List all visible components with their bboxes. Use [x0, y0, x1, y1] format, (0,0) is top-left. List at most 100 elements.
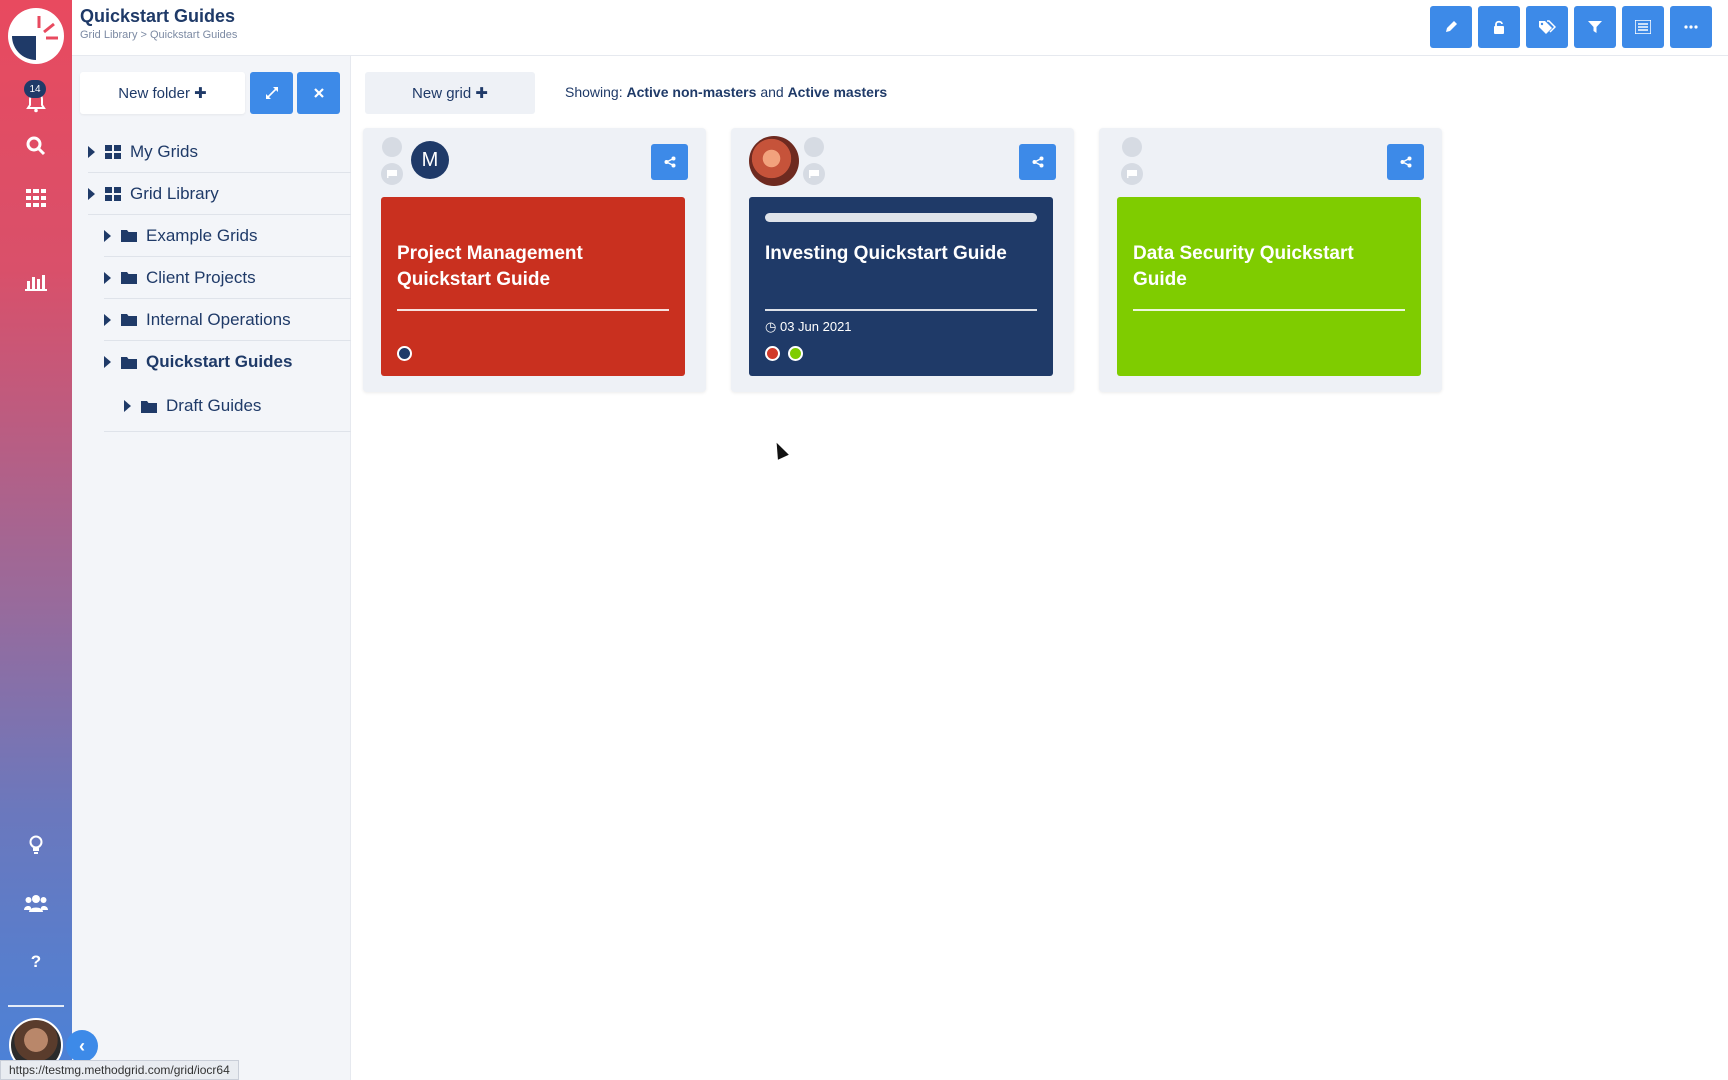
status-bar-url: https://testmg.methodgrid.com/grid/iocr6… — [0, 1060, 239, 1080]
card-body[interactable]: Investing Quickstart Guide ◷ 03 Jun 2021 — [749, 197, 1053, 376]
status-circle — [1122, 137, 1142, 157]
close-icon — [313, 88, 324, 98]
tags-button[interactable] — [1526, 6, 1568, 48]
caret-right-icon[interactable] — [88, 145, 95, 158]
lightbulb-icon[interactable] — [0, 825, 72, 865]
grid-icon — [105, 144, 121, 159]
new-grid-button[interactable]: New grid ✚ — [365, 72, 535, 114]
card-title[interactable]: Investing Quickstart Guide — [765, 241, 1037, 267]
filter-button[interactable] — [1574, 6, 1616, 48]
card-divider — [1133, 309, 1405, 311]
new-folder-button[interactable]: New folder ✚ — [80, 72, 245, 114]
edit-button[interactable] — [1430, 6, 1472, 48]
share-icon — [1400, 156, 1411, 168]
tree-item-label: Client Projects — [146, 267, 256, 287]
owner-avatar[interactable] — [749, 136, 799, 186]
filter-icon — [1588, 21, 1602, 33]
tree-item-my-grids[interactable]: My Grids — [88, 131, 351, 173]
more-icon — [1684, 25, 1698, 29]
grid-card[interactable]: M Project Management Quickstart Guide — [363, 128, 706, 392]
caret-right-icon[interactable] — [104, 271, 111, 284]
card-tag-dots — [765, 346, 803, 361]
folder-tree-panel: New folder ✚ My Grids Grid Library Examp… — [72, 56, 351, 1080]
flag-icon[interactable] — [1121, 163, 1143, 185]
share-button[interactable] — [651, 144, 688, 180]
card-divider — [397, 309, 669, 311]
filter-and: and — [760, 84, 784, 100]
filter-active-non-masters[interactable]: Active non-masters — [626, 84, 756, 100]
owner-avatar[interactable]: M — [411, 141, 449, 179]
card-title[interactable]: Project Management Quickstart Guide — [397, 241, 669, 293]
expand-icon — [265, 87, 278, 99]
grid-card[interactable]: Data Security Quickstart Guide — [1099, 128, 1442, 392]
breadcrumb[interactable]: Grid Library > Quickstart Guides — [80, 29, 237, 41]
flag-icon[interactable] — [803, 163, 825, 185]
tree-item-client-projects[interactable]: Client Projects — [104, 257, 351, 299]
folder-icon — [141, 400, 157, 413]
progress-bar — [765, 213, 1037, 222]
tree-item-label: My Grids — [130, 141, 198, 161]
showing-prefix: Showing: — [565, 84, 623, 100]
pencil-icon — [1446, 21, 1457, 32]
caret-right-icon[interactable] — [104, 313, 111, 326]
grid-card[interactable]: Investing Quickstart Guide ◷ 03 Jun 2021 — [731, 128, 1074, 392]
caret-right-icon[interactable] — [124, 400, 131, 412]
tree-item-internal-operations[interactable]: Internal Operations — [104, 299, 351, 341]
page-header: Quickstart Guides Grid Library > Quickst… — [72, 0, 1728, 56]
more-button[interactable] — [1670, 6, 1712, 48]
folder-icon — [121, 229, 137, 242]
share-icon — [1032, 156, 1043, 168]
caret-right-icon[interactable] — [104, 229, 111, 242]
close-tree-button[interactable] — [297, 72, 340, 114]
help-icon[interactable]: ? — [0, 942, 72, 982]
view-settings-button[interactable] — [1622, 6, 1664, 48]
toolbar — [1430, 6, 1712, 48]
permissions-button[interactable] — [1478, 6, 1520, 48]
search-icon[interactable] — [0, 126, 72, 166]
tree-item-grid-library[interactable]: Grid Library — [88, 173, 351, 215]
card-body[interactable]: Data Security Quickstart Guide — [1117, 197, 1421, 376]
app-logo[interactable] — [8, 8, 64, 64]
card-divider — [765, 309, 1037, 311]
notification-count-badge: 14 — [24, 80, 46, 98]
folder-icon — [121, 271, 137, 284]
clock-icon: ◷ — [765, 319, 777, 334]
filter-summary: Showing: Active non-masters and Active m… — [565, 84, 887, 100]
card-body[interactable]: Project Management Quickstart Guide — [381, 197, 685, 376]
tree-item-label: Quickstart Guides — [146, 352, 293, 371]
left-rail: 14 ? — [0, 0, 72, 1080]
tag-dot — [788, 346, 803, 361]
tags-icon — [1539, 20, 1556, 34]
folder-icon — [121, 356, 137, 369]
due-date-text: 03 Jun 2021 — [779, 319, 852, 334]
tree-item-draft-guides[interactable]: Draft Guides — [124, 385, 351, 427]
rail-divider — [8, 1005, 64, 1007]
main-content: New grid ✚ Showing: Active non-masters a… — [351, 56, 1728, 1080]
flag-icon[interactable] — [381, 163, 403, 185]
tree-item-example-grids[interactable]: Example Grids — [104, 215, 351, 257]
tree-item-quickstart-guides[interactable]: Quickstart Guides — [104, 341, 351, 383]
card-tag-dots — [397, 346, 412, 361]
card-title[interactable]: Data Security Quickstart Guide — [1133, 241, 1405, 293]
users-icon[interactable] — [0, 883, 72, 923]
tree-divider — [104, 431, 351, 432]
share-icon — [664, 156, 675, 168]
caret-right-icon[interactable] — [104, 356, 111, 368]
expand-tree-button[interactable] — [250, 72, 293, 114]
tree-item-label: Draft Guides — [166, 396, 262, 415]
list-settings-icon — [1635, 20, 1651, 34]
tree-item-label: Internal Operations — [146, 309, 291, 329]
share-button[interactable] — [1019, 144, 1056, 180]
logo-mark — [9, 9, 63, 63]
caret-right-icon[interactable] — [88, 187, 95, 200]
filter-active-masters[interactable]: Active masters — [788, 84, 888, 100]
tree-item-label: Example Grids — [146, 225, 258, 245]
tree-item-label: Grid Library — [130, 183, 219, 203]
collapse-sidebar-button[interactable]: ‹ — [66, 1030, 98, 1062]
chart-icon[interactable] — [0, 262, 72, 302]
grid-icon — [105, 186, 121, 201]
card-due-date: ◷ 03 Jun 2021 — [765, 319, 852, 335]
grid-apps-icon[interactable] — [0, 178, 72, 218]
status-circle — [382, 137, 402, 157]
share-button[interactable] — [1387, 144, 1424, 180]
